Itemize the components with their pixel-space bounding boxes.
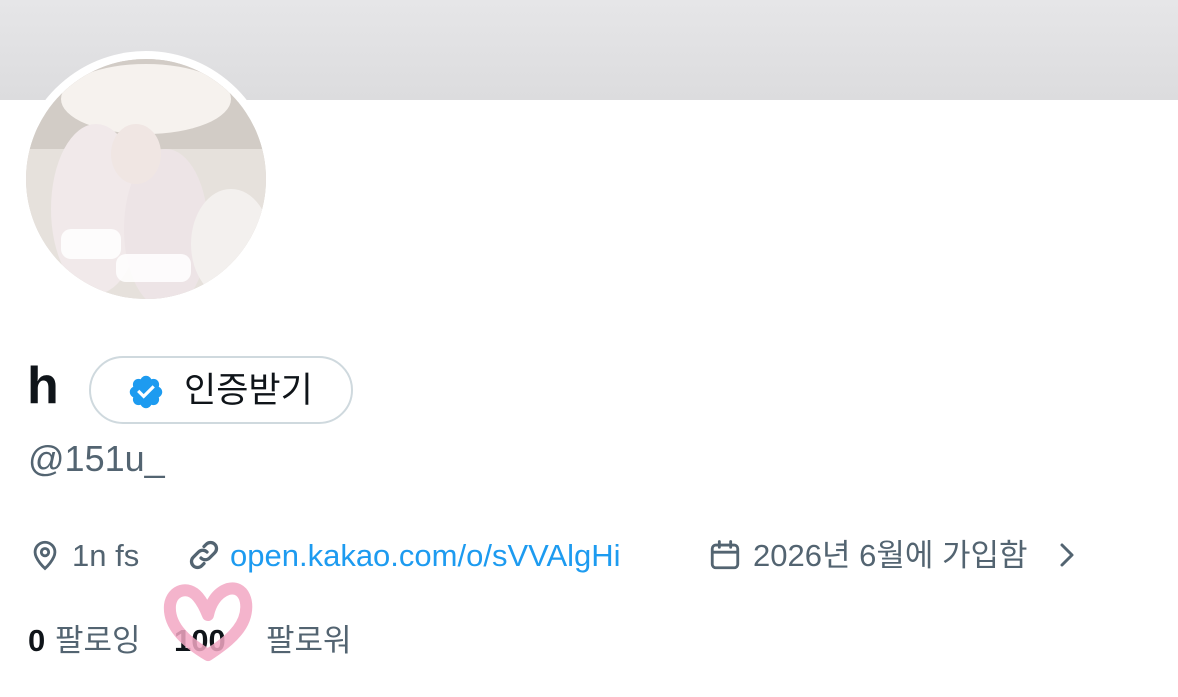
display-name: h (27, 357, 59, 415)
location-pin-icon (33, 540, 57, 571)
followers-count[interactable]: 100 (174, 620, 226, 662)
location-text: 1n fs (72, 538, 140, 573)
avatar-frame (18, 51, 274, 307)
chevron-right-icon[interactable] (1056, 541, 1078, 569)
following-label[interactable]: 팔로잉 (55, 620, 141, 662)
follow-stats: 0 팔로잉 100 팔로워 (28, 620, 1028, 664)
profile-meta-row: 1n fs open.kakao.com/o/sVVAlgHi 2026년 6월… (28, 533, 1168, 577)
following-count[interactable]: 0 (28, 620, 45, 662)
link-icon (189, 540, 219, 570)
joined-date: 2026년 6월에 가입함 (753, 538, 1028, 573)
avatar[interactable] (26, 59, 266, 299)
user-handle: @151u_ (28, 438, 165, 479)
followers-label[interactable]: 팔로워 (266, 620, 352, 662)
get-verified-button[interactable]: 인증받기 (89, 356, 353, 424)
avatar-photo (26, 59, 266, 299)
website-link[interactable]: open.kakao.com/o/sVVAlgHi (230, 537, 621, 575)
calendar-icon (710, 540, 740, 570)
verified-badge-icon (129, 375, 163, 409)
get-verified-label: 인증받기 (184, 371, 313, 410)
